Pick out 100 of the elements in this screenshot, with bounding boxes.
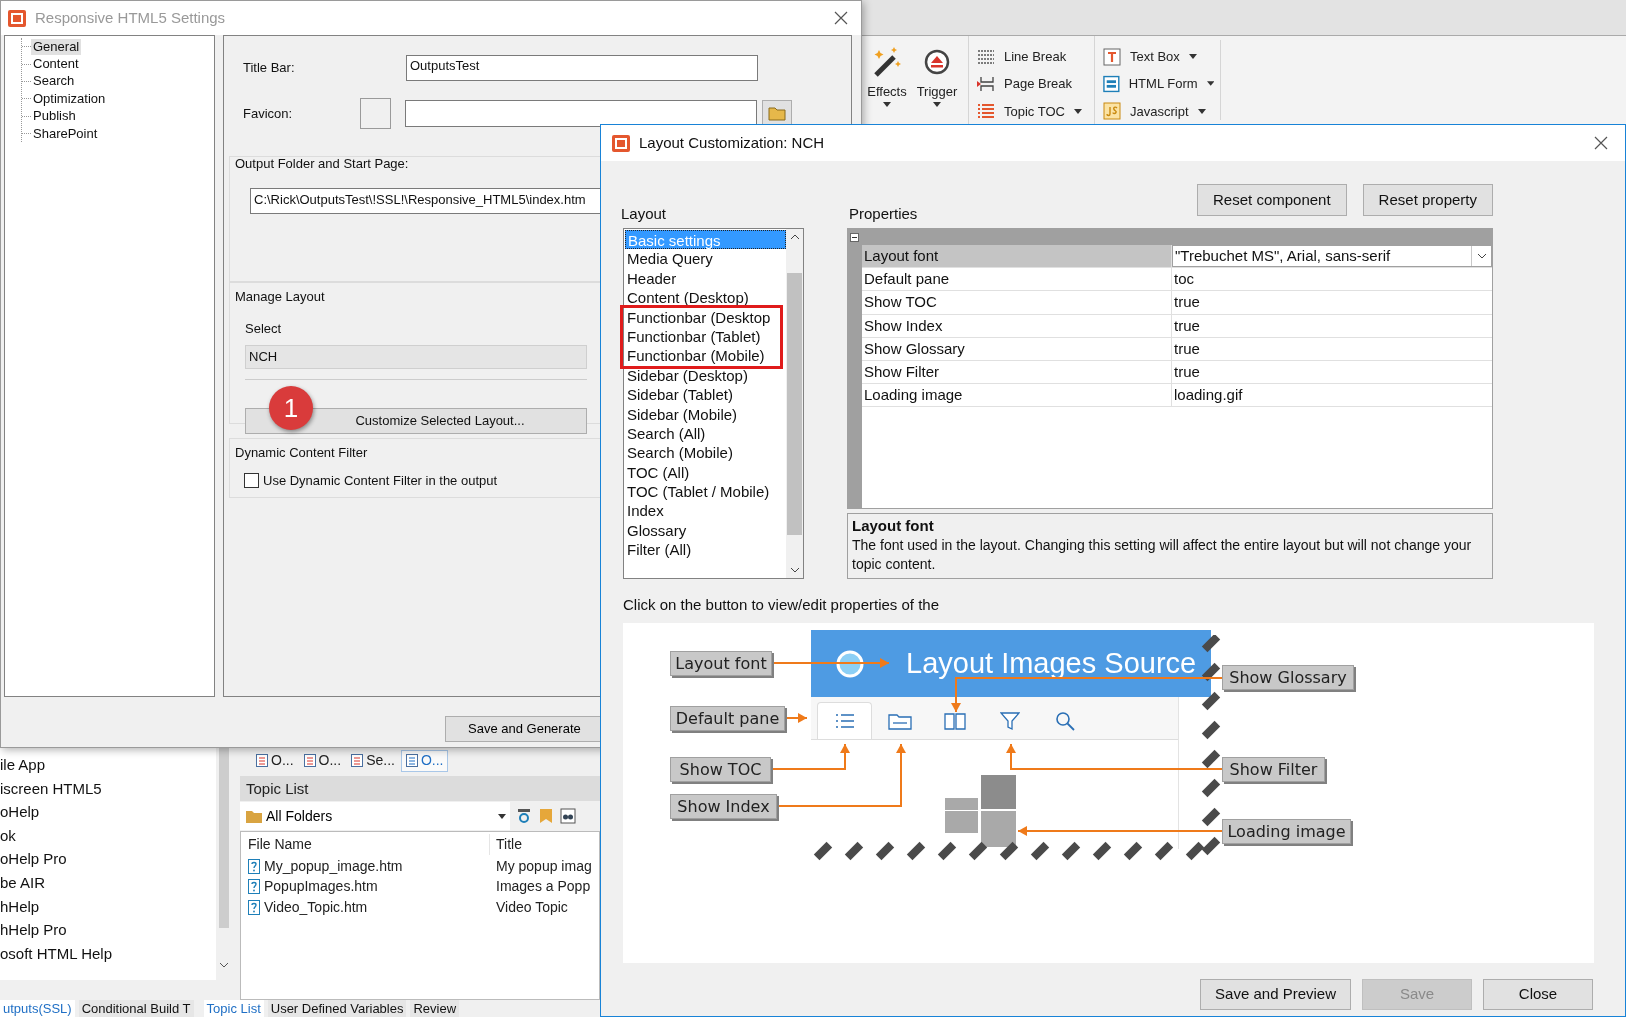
property-name[interactable]: Layout font	[862, 245, 1172, 268]
reset-button[interactable]: Reset property	[1362, 184, 1493, 216]
ribbon-button[interactable]: Trigger	[912, 36, 962, 125]
callout-button[interactable]: Show TOC	[670, 757, 771, 782]
layout-list-item[interactable]: Media Query	[625, 249, 787, 269]
pane-tab[interactable]: O...	[400, 749, 449, 772]
property-value[interactable]: true	[1172, 314, 1492, 337]
caret-icon	[1188, 54, 1197, 60]
layout-list-item[interactable]: Glossary	[625, 520, 787, 541]
layout-list-item[interactable]: TOC (All)	[625, 462, 787, 483]
list-item[interactable]: ok	[0, 823, 216, 848]
ribbon-button[interactable]: Line Break	[977, 43, 1088, 71]
folder-dropdown[interactable]: All Folders	[240, 802, 510, 830]
layout-list-item[interactable]: Content (Desktop)	[625, 288, 787, 308]
list-item[interactable]: hHelp	[0, 894, 216, 919]
property-value[interactable]: loading.gif	[1172, 384, 1492, 407]
scroll-up-icon[interactable]	[789, 234, 800, 240]
panel-header: Topic List	[240, 776, 600, 801]
tree-item[interactable]: Optimization	[31, 90, 108, 107]
lines-icon	[977, 48, 995, 65]
tree-item[interactable]: Publish	[31, 108, 78, 125]
window-title: Layout Customization: NCH	[639, 132, 825, 153]
layout-list-item[interactable]: Functionbar (Tablet)	[625, 326, 780, 347]
checkbox[interactable]	[244, 472, 259, 488]
list-icon	[977, 103, 995, 120]
callout-button[interactable]: Show Glossary	[1222, 665, 1354, 690]
tree-item[interactable]: Content	[31, 56, 81, 73]
layout-list-item[interactable]: Sidebar (Mobile)	[625, 404, 787, 424]
ribbon-button[interactable]: Topic TOC	[977, 97, 1088, 125]
tree-item[interactable]: SharePoint	[31, 125, 100, 142]
property-name[interactable]: Show TOC	[862, 291, 1172, 314]
property-value[interactable]: true	[1172, 337, 1492, 360]
close-icon[interactable]	[1593, 135, 1609, 151]
property-value[interactable]: true	[1172, 360, 1492, 384]
bottom-tab[interactable]: User Defined Variables	[267, 1000, 407, 1017]
list-item[interactable]: oHelp Pro	[0, 847, 216, 871]
reset-button[interactable]: Reset component	[1197, 184, 1347, 216]
bottom-tab[interactable]: Topic List	[203, 1000, 264, 1017]
tree-item[interactable]: General	[31, 38, 82, 55]
bottom-tab[interactable]: Conditional Build T	[78, 1000, 194, 1017]
binoculars-icon[interactable]	[560, 808, 576, 824]
pane-tab[interactable]: Se...	[347, 749, 399, 772]
dialog-button[interactable]: Save and Preview	[1200, 979, 1351, 1010]
ribbon-button[interactable]: Text Box	[1103, 43, 1214, 71]
close-icon[interactable]	[833, 10, 849, 26]
property-value[interactable]: toc	[1172, 268, 1492, 291]
callout-button[interactable]: Default pane	[670, 706, 785, 731]
chevron-down-icon[interactable]	[1476, 253, 1487, 260]
ribbon-button[interactable]: Page Break	[977, 70, 1088, 98]
help-page-icon	[248, 879, 260, 895]
list-item[interactable]: osoft HTML Help	[0, 941, 216, 966]
layout-list-item[interactable]: TOC (Tablet / Mobile)	[625, 482, 787, 502]
scroll-down-icon[interactable]	[789, 567, 800, 573]
bottom-tab[interactable]: utputs(SSL)	[0, 1000, 75, 1017]
tree-item[interactable]: Search	[31, 73, 77, 90]
list-item[interactable]: be AIR	[0, 870, 216, 895]
list-item[interactable]: hHelp Pro	[0, 918, 216, 942]
layout-list-item[interactable]: Search (All)	[625, 423, 787, 444]
ribbon-button[interactable]: Javascript	[1103, 97, 1214, 125]
document-icon	[303, 754, 316, 767]
layout-list-item[interactable]: Sidebar (Tablet)	[625, 385, 787, 405]
layout-list-item[interactable]: Functionbar (Desktop	[625, 307, 780, 327]
property-name[interactable]: Loading image	[862, 384, 1172, 407]
favicon-field[interactable]	[405, 100, 757, 127]
caret-icon	[498, 813, 506, 819]
dialog-button[interactable]: Close	[1483, 979, 1593, 1010]
property-dropdown[interactable]: "Trebuchet MS", Arial, sans-serif	[1172, 245, 1492, 268]
view-icon[interactable]	[516, 808, 532, 824]
ribbon-button[interactable]: Effects	[862, 36, 912, 125]
layout-list-item[interactable]: Functionbar (Mobile)	[625, 346, 780, 366]
callout-button[interactable]: Loading image	[1222, 819, 1351, 844]
layout-list-item[interactable]: Sidebar (Desktop)	[625, 365, 787, 386]
list-item[interactable]: ile App	[0, 753, 216, 777]
scroll-down-icon[interactable]	[219, 962, 229, 968]
column-header[interactable]: Title	[490, 833, 522, 855]
property-name[interactable]: Show Index	[862, 314, 1172, 337]
pane-tab[interactable]: O...	[252, 749, 298, 772]
property-name[interactable]: Show Glossary	[862, 337, 1172, 360]
bottom-tab[interactable]: Review	[410, 1000, 460, 1017]
ribbon-button[interactable]: HTML Form	[1103, 70, 1214, 98]
callout-button[interactable]: Show Filter	[1222, 757, 1325, 782]
property-value[interactable]: true	[1172, 291, 1492, 314]
list-item[interactable]: iscreen HTML5	[0, 776, 216, 801]
table-cell-text: Video_Topic.htm	[264, 897, 368, 917]
collapse-icon[interactable]	[850, 232, 859, 242]
callout-button[interactable]: Show Index	[670, 794, 777, 819]
layout-list-item[interactable]: Index	[625, 501, 787, 521]
scrollbar[interactable]	[786, 229, 803, 578]
layout-list-item[interactable]: Header	[625, 268, 787, 289]
list-item[interactable]: oHelp	[0, 800, 216, 824]
property-name[interactable]: Show Filter	[862, 360, 1172, 384]
column-header[interactable]: File Name	[241, 833, 490, 855]
layout-dropdown[interactable]: NCH	[245, 345, 587, 369]
field-label: Select	[245, 319, 282, 338]
pane-tab[interactable]: O...	[299, 749, 346, 772]
callout-button[interactable]: Layout font	[670, 651, 772, 676]
layout-list-item[interactable]: Search (Mobile)	[625, 443, 787, 463]
title-bar-field[interactable]: OutputsTest	[406, 55, 758, 81]
property-name[interactable]: Default pane	[862, 268, 1172, 291]
layout-list-item[interactable]: Filter (All)	[625, 540, 787, 560]
